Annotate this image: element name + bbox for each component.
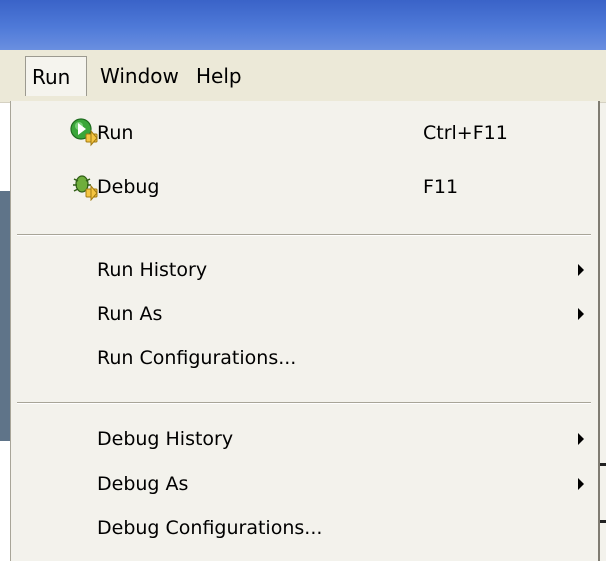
eclipse-window: Run Window Help Run Ctrl+F11 Debug F11 R… xyxy=(0,0,606,561)
menu-item-shortcut: F11 xyxy=(423,176,459,198)
menu-item-label: Run Configurations... xyxy=(97,347,297,369)
menu-separator xyxy=(17,402,591,404)
submenu-arrow-icon xyxy=(578,433,584,445)
menu-item-label: Debug As xyxy=(97,473,189,495)
edge-mark xyxy=(600,463,606,466)
editor-right-edge xyxy=(600,103,606,561)
editor-background xyxy=(0,103,10,561)
menu-item-run-history[interactable]: Run History xyxy=(11,248,598,292)
run-menu-dropdown: Run Ctrl+F11 Debug F11 Run History Run A… xyxy=(10,101,600,561)
run-icon xyxy=(69,117,99,147)
submenu-arrow-icon xyxy=(578,264,584,276)
menu-help[interactable]: Help xyxy=(188,56,250,96)
menu-item-debug-configurations[interactable]: Debug Configurations... xyxy=(11,506,598,550)
menu-item-debug-history[interactable]: Debug History xyxy=(11,417,598,461)
menu-item-label: Run xyxy=(97,122,134,144)
menu-item-run-as[interactable]: Run As xyxy=(11,292,598,336)
menu-item-run-configurations[interactable]: Run Configurations... xyxy=(11,336,598,380)
menu-item-run[interactable]: Run Ctrl+F11 xyxy=(11,111,598,155)
submenu-arrow-icon xyxy=(578,478,584,490)
menu-run[interactable]: Run xyxy=(25,56,87,96)
menu-item-label: Run History xyxy=(97,259,208,281)
menu-item-label: Debug Configurations... xyxy=(97,517,323,539)
menu-window[interactable]: Window xyxy=(92,56,187,96)
menu-separator xyxy=(17,234,591,236)
menu-item-label: Debug xyxy=(97,176,160,198)
menu-item-label: Debug History xyxy=(97,428,234,450)
menu-item-debug-as[interactable]: Debug As xyxy=(11,462,598,506)
menu-item-shortcut: Ctrl+F11 xyxy=(423,122,508,144)
menu-item-debug[interactable]: Debug F11 xyxy=(11,165,598,209)
debug-icon xyxy=(69,171,99,202)
submenu-arrow-icon xyxy=(578,308,584,320)
menu-bar: Run Window Help xyxy=(0,50,606,103)
editor-background-band xyxy=(0,191,10,441)
menu-item-label: Run As xyxy=(97,303,163,325)
edge-mark xyxy=(600,520,606,523)
title-bar xyxy=(0,0,606,50)
